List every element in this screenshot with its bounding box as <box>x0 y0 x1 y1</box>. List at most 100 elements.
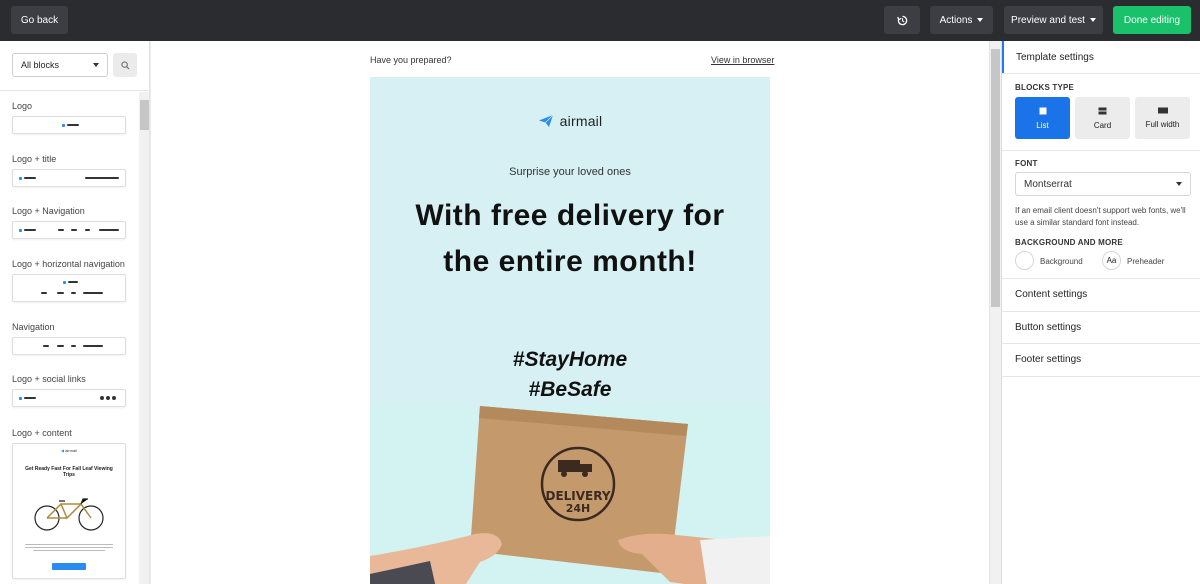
mini-nav <box>85 229 90 231</box>
block-logo-content[interactable]: ◀ airmail Get Ready Fast For Fall Leaf V… <box>12 443 126 579</box>
blocks-list: Logo Logo + title Logo + Navigation Logo… <box>0 92 138 584</box>
mini-social-icon <box>100 396 104 400</box>
block-label-logo-content: Logo + content <box>12 428 72 438</box>
canvas-scrollbar[interactable] <box>989 41 1001 584</box>
actions-dropdown[interactable]: Actions <box>930 6 993 34</box>
view-in-browser-link[interactable]: View in browser <box>711 55 774 65</box>
search-icon <box>120 60 130 70</box>
email-hero-block[interactable]: airmail Surprise your loved ones With fr… <box>370 77 770 584</box>
blocks-filter-select[interactable]: All blocks <box>12 53 108 77</box>
blocks-type-card[interactable]: Card <box>1075 97 1130 139</box>
mini-button <box>52 563 86 570</box>
mini-nav <box>43 345 49 347</box>
card-icon <box>1098 107 1107 114</box>
list-icon <box>1039 107 1046 114</box>
block-label-navigation: Navigation <box>12 322 55 332</box>
blocks-type-label-card: Card <box>1093 120 1112 130</box>
background-swatch[interactable] <box>1015 251 1034 270</box>
block-label-logo-navigation: Logo + Navigation <box>12 206 85 216</box>
block-label-logo: Logo <box>12 101 33 111</box>
mini-nav <box>83 345 103 347</box>
block-logo-social-links[interactable] <box>12 389 126 407</box>
template-settings-title[interactable]: Template settings <box>1016 52 1094 63</box>
hero-headline: With free delivery for the entire month! <box>370 193 770 285</box>
mini-title <box>85 177 119 179</box>
blocks-scrollbar[interactable] <box>139 92 149 584</box>
email-canvas: Have you prepared? View in browser airma… <box>151 41 989 584</box>
filter-value: All blocks <box>21 60 60 70</box>
mini-logo-text <box>24 177 36 179</box>
hashtag-besafe: #BeSafe <box>528 378 612 401</box>
block-logo-navigation[interactable] <box>12 221 126 239</box>
mini-nav <box>71 229 77 231</box>
mini-nav <box>57 345 64 347</box>
mini-nav <box>99 229 119 231</box>
divider <box>1002 73 1200 74</box>
chevron-down-icon <box>977 18 984 22</box>
delivery-photo: DELIVERY 24H <box>370 406 770 584</box>
blocks-type-list[interactable]: List <box>1015 97 1070 139</box>
footer-settings-section[interactable]: Footer settings <box>1015 354 1081 365</box>
scrollbar-thumb[interactable] <box>140 100 149 130</box>
settings-panel: Template settings BLOCKS TYPE List Card … <box>1001 41 1200 584</box>
history-icon <box>896 15 907 25</box>
paper-plane-icon <box>538 114 553 127</box>
done-editing-button[interactable]: Done editing <box>1113 6 1191 34</box>
go-back-label: Go back <box>20 14 59 26</box>
background-swatch-label: Background <box>1040 257 1083 266</box>
block-logo-horizontal-navigation[interactable] <box>12 274 126 302</box>
blocks-type-full-width[interactable]: Full width <box>1135 97 1190 139</box>
go-back-button[interactable]: Go back <box>11 6 68 34</box>
mini-logo-mark <box>19 229 22 232</box>
mini-nav <box>71 345 76 347</box>
blocks-type-label-list: List <box>1036 120 1049 130</box>
font-label: FONT <box>1015 159 1038 168</box>
block-navigation[interactable] <box>12 337 126 355</box>
mini-nav <box>58 229 64 231</box>
divider <box>1002 150 1200 151</box>
mini-heading: Get Ready Fast For Fall Leaf Viewing Tri… <box>25 466 113 478</box>
box-stamp-text: DELIVERY <box>545 489 610 503</box>
preheader-text[interactable]: Have you prepared? <box>370 55 452 65</box>
active-section-indicator <box>1002 41 1004 73</box>
scrollbar-thumb[interactable] <box>991 49 1000 307</box>
background-label: BACKGROUND AND MORE <box>1015 238 1123 247</box>
mini-social-icon <box>112 396 116 400</box>
divider <box>1002 278 1200 279</box>
search-button[interactable] <box>113 53 137 77</box>
block-label-logo-title: Logo + title <box>12 154 57 164</box>
actions-label: Actions <box>939 14 973 26</box>
block-logo[interactable] <box>12 116 126 134</box>
headline-line-2: the entire month! <box>443 245 697 278</box>
blocks-panel: All blocks Logo Logo + title Logo + Navi… <box>0 41 150 584</box>
delivery-box-illustration: DELIVERY 24H <box>370 406 770 584</box>
blocks-type-label-full-width: Full width <box>1145 120 1180 129</box>
font-note: If an email client doesn't support web f… <box>1015 206 1186 227</box>
font-select[interactable]: Montserrat <box>1015 172 1191 196</box>
mini-nav <box>71 292 76 294</box>
top-toolbar: Go back Actions Preview and test Done ed… <box>0 0 1200 41</box>
preheader-swatch-label: Preheader <box>1127 257 1165 266</box>
chevron-down-icon <box>1089 18 1096 22</box>
chevron-down-icon <box>93 63 99 67</box>
mini-logo-mark <box>63 281 66 284</box>
undo-history-button[interactable] <box>884 6 920 34</box>
divider <box>1002 376 1200 377</box>
block-logo-title[interactable] <box>12 169 126 187</box>
divider <box>1002 311 1200 312</box>
preview-and-test-dropdown[interactable]: Preview and test <box>1004 6 1103 34</box>
hashtag-stayhome: #StayHome <box>512 348 628 371</box>
bicycle-illustration <box>34 498 104 531</box>
mini-nav <box>83 292 103 294</box>
content-settings-section[interactable]: Content settings <box>1015 289 1087 300</box>
preview-label: Preview and test <box>1011 14 1085 26</box>
preheader-swatch[interactable]: Aa <box>1102 251 1121 270</box>
divider <box>1002 343 1200 344</box>
block-label-logo-horizontal-navigation: Logo + horizontal navigation <box>12 259 125 269</box>
button-settings-section[interactable]: Button settings <box>1015 322 1081 333</box>
mini-logo-text <box>68 281 78 283</box>
blocks-type-label: BLOCKS TYPE <box>1015 83 1075 92</box>
mini-text-line <box>25 544 113 545</box>
brand-name: airmail <box>559 113 603 129</box>
chevron-down-icon <box>1176 182 1182 186</box>
